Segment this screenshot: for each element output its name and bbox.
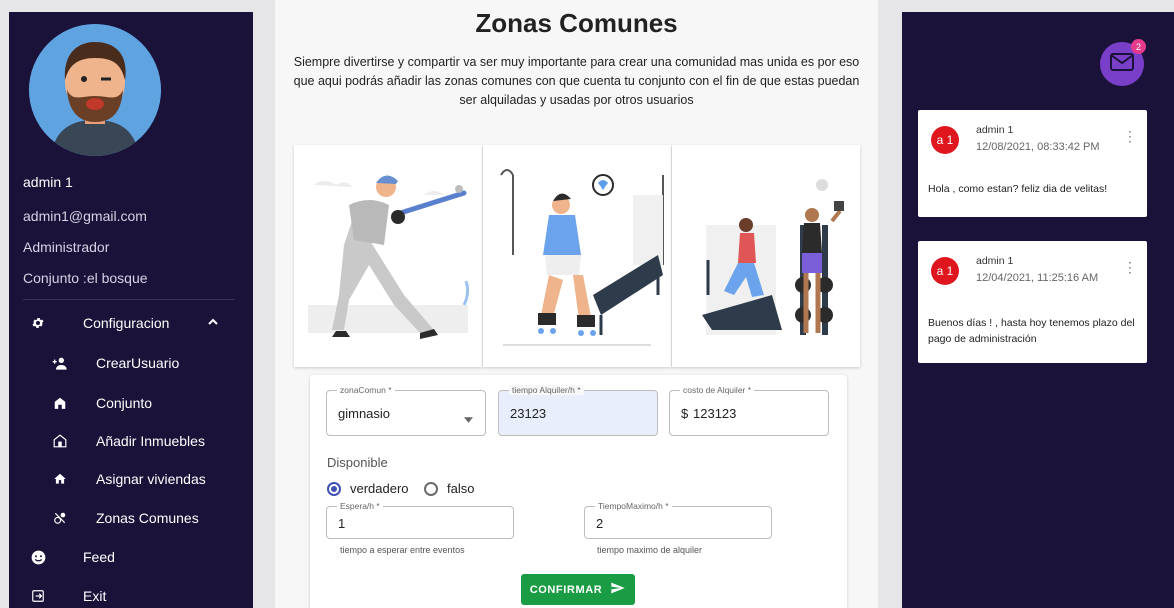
sidebar-item-label: Asignar viviendas [96,471,206,487]
sidebar-item-feed[interactable]: Feed [29,542,239,572]
notifications-panel: 2 a 1 admin 1 12/08/2021, 08:33:42 PM ⋮ … [902,12,1174,608]
sidebar-divider [23,299,235,300]
user-name: admin 1 [23,174,73,190]
send-icon [610,581,626,598]
sidebar-item-label: Exit [83,588,107,604]
user-email: admin1@gmail.com [23,208,147,224]
radio-falso-label: falso [447,481,475,496]
tiempo-alquiler-field[interactable]: tiempo Alquiler/h * 23123 [498,385,658,436]
sidebar-item-label: CrearUsuario [96,355,180,371]
zona-comun-value: gimnasio [338,406,391,421]
roller-skating-illustration [483,145,671,367]
chevron-up-icon [207,315,219,331]
building-icon [51,394,69,412]
currency-prefix: $ [681,406,689,421]
logout-icon [29,587,47,605]
tiempo-maximo-label: TiempoMaximo/h * [595,501,672,511]
message-author: admin 1 [976,124,1014,136]
dropdown-arrow-icon [464,410,473,428]
espera-label: Espera/h * [337,501,383,511]
radio-verdadero-label: verdadero [350,481,409,496]
sidebar-item-label: Añadir Inmuebles [96,433,205,449]
sidebar-item-exit[interactable]: Exit [29,581,239,608]
bubble-chart-icon [51,509,69,527]
message-card[interactable]: a 1 admin 1 12/08/2021, 08:33:42 PM ⋮ Ho… [918,110,1147,217]
confirm-button[interactable]: CONFIRMAR [521,574,635,605]
radio-falso[interactable] [424,482,438,496]
sidebar-item-asignar-viviendas[interactable]: Asignar viviendas [51,464,241,494]
message-card[interactable]: a 1 admin 1 12/04/2021, 11:25:16 AM ⋮ Bu… [918,241,1147,363]
espera-field[interactable]: Espera/h * 1 [326,501,514,539]
sidebar: admin 1 admin1@gmail.com Administrador C… [9,12,253,608]
tiempo-alquiler-label: tiempo Alquiler/h * [509,385,584,395]
home-icon [51,470,69,488]
espera-value: 1 [338,516,346,531]
sidebar-item-crearusuario[interactable]: CrearUsuario [51,348,241,378]
zona-comun-label: zonaComun * [337,385,395,395]
disponible-label: Disponible [327,455,388,470]
smiley-icon [29,548,47,566]
costo-alquiler-value: 123123 [693,406,737,421]
baseball-illustration [294,145,482,367]
notification-badge: 2 [1131,39,1146,54]
message-text: Buenos días ! , hasta hoy tenemos plazo … [928,317,1135,345]
gear-icon [29,314,47,332]
sidebar-item-zonas-comunes[interactable]: Zonas Comunes [51,503,241,533]
tiempo-maximo-value: 2 [596,516,604,531]
message-avatar: a 1 [931,126,959,154]
zona-form: zonaComun * gimnasio tiempo Alquiler/h *… [310,375,847,608]
message-date: 12/08/2021, 08:33:42 PM [976,141,1100,153]
sidebar-item-label: Feed [83,549,115,565]
add-user-icon [51,354,69,372]
more-options-icon[interactable]: ⋮ [1123,259,1137,276]
add-home-icon [51,432,69,450]
tiempo-alquiler-value: 23123 [510,406,547,421]
sidebar-item-conjunto[interactable]: Conjunto [51,388,241,418]
sidebar-item-anadir-inmuebles[interactable]: Añadir Inmuebles [51,426,241,456]
gym-illustration [672,145,860,367]
message-date: 12/04/2021, 11:25:16 AM [976,272,1099,284]
page-title: Zonas Comunes [475,8,678,38]
user-role: Administrador [23,239,110,255]
sidebar-item-label: Configuracion [83,315,170,331]
intro-text: Siempre divertirse y compartir va ser mu… [293,55,860,107]
confirm-label: CONFIRMAR [529,583,603,596]
costo-alquiler-field[interactable]: costo de Alquiler * $ 123123 [669,385,829,436]
costo-alquiler-label: costo de Alquiler * [680,385,755,395]
message-text: Hola , como estan? feliz dia de velitas! [928,183,1108,195]
main-content: Zonas Comunes Siempre divertirse y compa… [275,0,878,608]
user-avatar [29,24,161,156]
sidebar-item-label: Zonas Comunes [96,510,199,526]
sidebar-item-label: Conjunto [96,395,153,411]
more-options-icon[interactable]: ⋮ [1123,128,1137,145]
user-conjunto: Conjunto :el bosque [23,270,148,286]
mail-icon [1110,52,1134,76]
tiempo-maximo-field[interactable]: TiempoMaximo/h * 2 [584,501,772,539]
message-author: admin 1 [976,255,1014,267]
tiempo-maximo-helper: tiempo maximo de alquiler [597,545,703,555]
espera-helper: tiempo a esperar entre eventos [340,545,465,555]
radio-verdadero[interactable] [327,482,341,496]
message-avatar: a 1 [931,257,959,285]
mail-button[interactable]: 2 [1100,39,1146,86]
zona-comun-select[interactable]: zonaComun * gimnasio [326,385,486,436]
sidebar-item-configuracion[interactable]: Configuracion [29,308,239,338]
